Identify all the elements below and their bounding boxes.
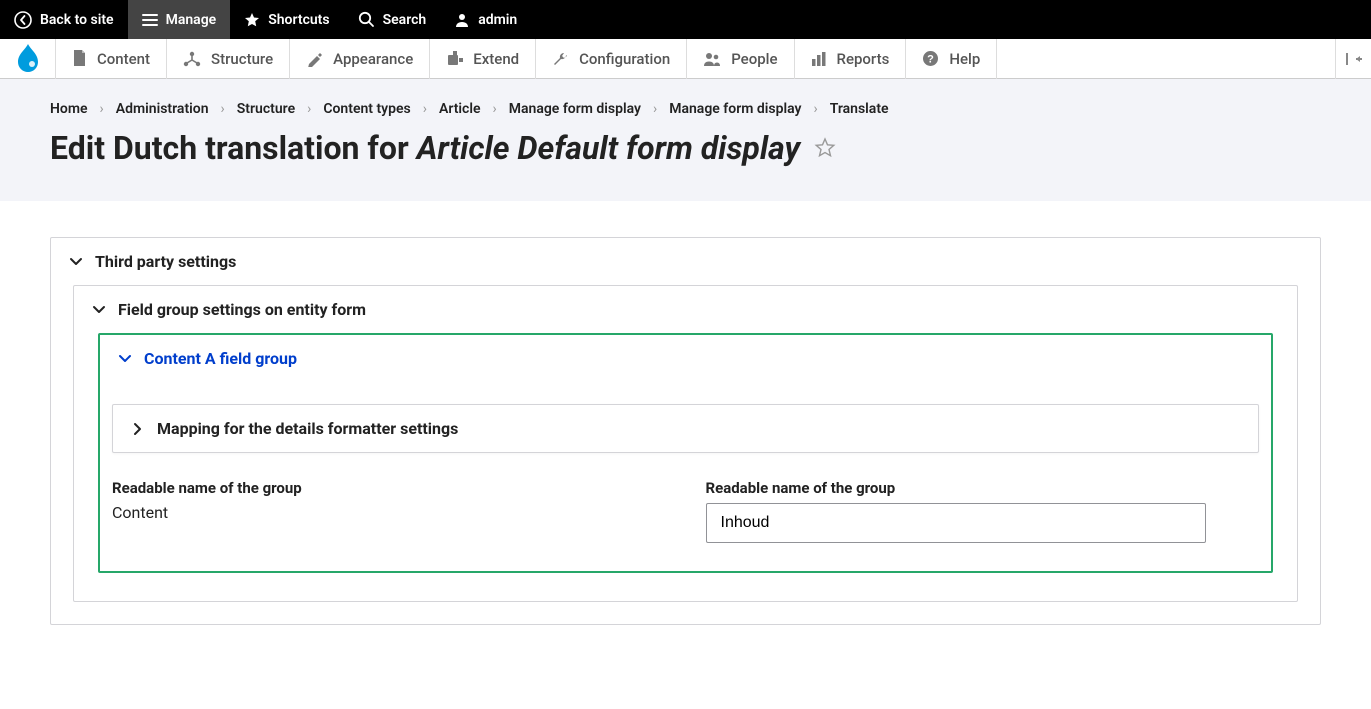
breadcrumb-home[interactable]: Home xyxy=(50,101,88,117)
content-a-label: Content A field group xyxy=(144,349,297,368)
breadcrumb-manage-form-1[interactable]: Manage form display xyxy=(509,101,641,117)
breadcrumb-manage-form-2[interactable]: Manage form display xyxy=(669,101,801,117)
menu-structure-label: Structure xyxy=(211,50,273,68)
menu-content[interactable]: Content xyxy=(56,39,167,79)
page-title-italic: Article Default form display xyxy=(417,129,800,167)
menu-extend[interactable]: Extend xyxy=(430,39,536,79)
menu-appearance[interactable]: Appearance xyxy=(290,39,430,79)
chevron-down-icon xyxy=(69,255,83,269)
chevron-down-icon xyxy=(118,352,132,366)
third-party-summary[interactable]: Third party settings xyxy=(51,238,1320,285)
third-party-label: Third party settings xyxy=(95,252,236,271)
star-icon xyxy=(244,12,260,28)
content-region: Third party settings Field group setting… xyxy=(0,201,1371,661)
manage-label: Manage xyxy=(166,12,217,28)
drupal-logo-icon[interactable] xyxy=(0,39,56,79)
back-to-site-link[interactable]: Back to site xyxy=(0,0,128,39)
field-group-summary[interactable]: Field group settings on entity form xyxy=(74,286,1297,333)
menu-reports[interactable]: Reports xyxy=(795,39,907,79)
shortcuts-label: Shortcuts xyxy=(268,12,329,28)
menu-content-label: Content xyxy=(97,50,150,68)
back-arrow-icon xyxy=(14,11,32,29)
search-icon xyxy=(358,11,375,28)
third-party-panel: Third party settings Field group setting… xyxy=(50,237,1321,625)
search-label: Search xyxy=(383,12,427,28)
mapping-label: Mapping for the details formatter settin… xyxy=(157,419,458,438)
menu-people-label: People xyxy=(731,50,777,68)
chevron-right-icon: › xyxy=(653,101,657,117)
user-link[interactable]: admin xyxy=(440,0,531,39)
chevron-right-icon: › xyxy=(813,101,817,117)
source-column: Readable name of the group Content xyxy=(112,479,666,543)
chevron-right-icon: › xyxy=(221,101,225,117)
admin-menu: Content Structure Appearance Extend Conf… xyxy=(0,39,1371,79)
menu-reports-label: Reports xyxy=(837,50,890,68)
breadcrumb-content-types[interactable]: Content types xyxy=(323,101,410,117)
source-label: Readable name of the group xyxy=(112,479,666,497)
menu-structure[interactable]: Structure xyxy=(167,39,290,79)
breadcrumb-translate[interactable]: Translate xyxy=(830,101,889,117)
source-value: Content xyxy=(112,503,666,522)
mapping-panel: Mapping for the details formatter settin… xyxy=(112,404,1259,453)
menu-help[interactable]: ? Help xyxy=(906,39,997,79)
chevron-right-icon xyxy=(131,422,145,436)
menu-configuration[interactable]: Configuration xyxy=(536,39,687,79)
menu-extend-label: Extend xyxy=(473,50,519,68)
user-icon xyxy=(454,12,470,28)
help-icon: ? xyxy=(922,50,939,67)
breadcrumb-admin[interactable]: Administration xyxy=(116,101,209,117)
shortcuts-link[interactable]: Shortcuts xyxy=(230,0,343,39)
target-label: Readable name of the group xyxy=(706,479,1260,497)
svg-text:?: ? xyxy=(927,54,934,66)
target-column: Readable name of the group xyxy=(706,479,1260,543)
manage-toggle[interactable]: Manage xyxy=(128,0,231,39)
wrench-icon xyxy=(552,50,569,67)
field-group-label: Field group settings on entity form xyxy=(118,300,366,319)
page-header: Home › Administration › Structure › Cont… xyxy=(0,79,1371,201)
chevron-down-icon xyxy=(92,303,106,317)
chevron-right-icon: › xyxy=(307,101,311,117)
menu-help-label: Help xyxy=(949,50,980,68)
content-a-summary[interactable]: Content A field group xyxy=(100,335,1271,382)
menu-configuration-label: Configuration xyxy=(579,50,670,68)
toolbar-collapse-button[interactable] xyxy=(1335,39,1371,79)
structure-icon xyxy=(183,51,201,67)
menu-people[interactable]: People xyxy=(687,39,794,79)
page-title: Edit Dutch translation for Article Defau… xyxy=(50,129,1321,167)
chevron-right-icon: › xyxy=(100,101,104,117)
people-icon xyxy=(703,51,721,67)
chevron-right-icon: › xyxy=(493,101,497,117)
chevron-right-icon: › xyxy=(423,101,427,117)
file-icon xyxy=(72,50,87,67)
field-group-panel: Field group settings on entity form Cont… xyxy=(73,285,1298,602)
page-title-prefix: Edit Dutch translation for xyxy=(50,129,417,167)
reports-icon xyxy=(811,51,827,67)
user-label: admin xyxy=(478,12,517,28)
breadcrumb: Home › Administration › Structure › Cont… xyxy=(50,101,1321,117)
search-link[interactable]: Search xyxy=(344,0,441,39)
content-a-panel: Content A field group Mapping for the de… xyxy=(98,333,1273,573)
appearance-icon xyxy=(306,50,323,67)
hamburger-icon xyxy=(142,12,158,28)
extend-icon xyxy=(446,50,463,67)
admin-toolbar: Back to site Manage Shortcuts Search adm… xyxy=(0,0,1371,39)
breadcrumb-article[interactable]: Article xyxy=(439,101,481,117)
target-input[interactable] xyxy=(706,503,1206,543)
mapping-summary[interactable]: Mapping for the details formatter settin… xyxy=(113,405,1258,452)
menu-appearance-label: Appearance xyxy=(333,50,413,68)
translation-row: Readable name of the group Content Reada… xyxy=(100,479,1271,571)
back-to-site-label: Back to site xyxy=(40,12,114,28)
breadcrumb-structure[interactable]: Structure xyxy=(237,101,295,117)
favorite-star-icon[interactable] xyxy=(814,137,836,159)
